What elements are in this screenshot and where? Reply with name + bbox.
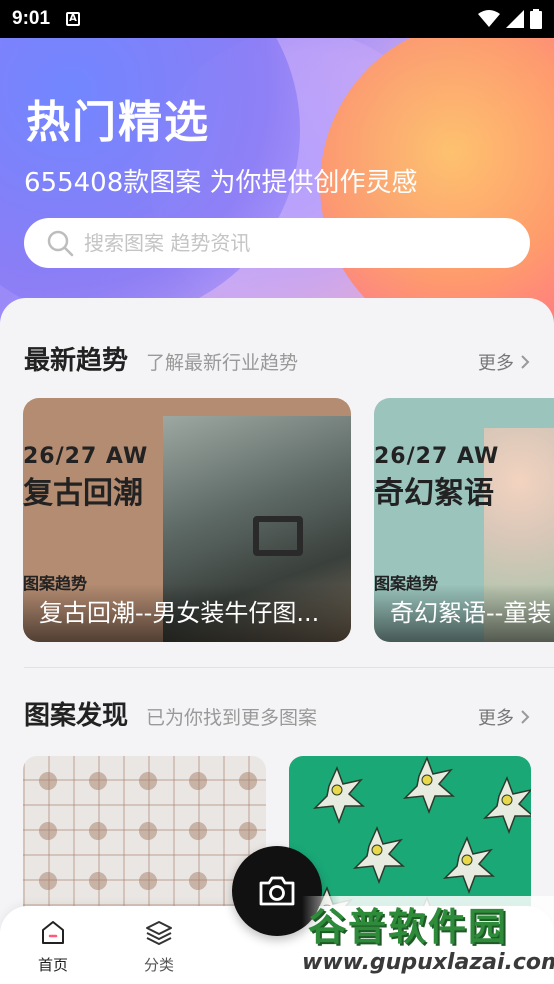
search-input[interactable] — [84, 231, 484, 255]
layers-icon — [146, 921, 172, 945]
nav-item-home[interactable]: 首页 — [18, 918, 88, 975]
trends-header: 最新趋势 了解最新行业趋势 更多 — [24, 340, 530, 377]
page-title: 热门精选 — [26, 97, 210, 148]
nav-label: 首页 — [37, 956, 68, 974]
notification-icon: A — [66, 12, 81, 26]
camera-icon — [259, 876, 295, 906]
trends-title: 最新趋势 — [24, 346, 129, 376]
trend-season: 26/27 AW — [374, 444, 500, 469]
status-time: 9:01 — [12, 8, 51, 29]
search-icon — [47, 230, 74, 257]
battery-icon — [530, 9, 542, 29]
patterns-subtitle: 已为你找到更多图案 — [146, 707, 318, 729]
signal-icon — [506, 10, 524, 28]
trend-caption: 复古回潮--男女装牛仔图... — [39, 599, 320, 627]
more-label: 更多 — [478, 708, 514, 729]
home-icon — [42, 921, 64, 944]
status-bar: 9:01 A — [0, 0, 554, 38]
nav-item-category[interactable]: 分类 — [124, 918, 194, 975]
wifi-icon — [478, 10, 500, 27]
page-subtitle: 655408款图案 为你提供创作灵感 — [24, 168, 418, 198]
chevron-right-icon — [521, 355, 530, 369]
trend-season: 26/27 AW — [23, 444, 149, 469]
trend-name: 奇幻絮语 — [374, 476, 494, 511]
trends-subtitle: 了解最新行业趋势 — [146, 352, 299, 374]
trend-name: 复古回潮 — [23, 476, 143, 511]
patterns-title: 图案发现 — [24, 701, 129, 731]
patterns-more-link[interactable]: 更多 — [478, 704, 530, 730]
watermark: 谷普软件园 www.gupuxlazai.com — [302, 896, 554, 984]
patterns-header: 图案发现 已为你找到更多图案 更多 — [24, 695, 530, 732]
search-bar[interactable] — [24, 218, 530, 268]
watermark-url: www.gupuxlazai.com — [302, 950, 554, 975]
trend-card[interactable]: 26/27 AW 奇幻絮语 图案趋势 奇幻絮语--童装 — [374, 398, 554, 642]
trend-card[interactable]: 26/27 AW 复古回潮 图案趋势 复古回潮--男女装牛仔图... — [23, 398, 351, 642]
nav-label: 分类 — [143, 956, 174, 974]
chevron-right-icon — [521, 710, 530, 724]
divider — [24, 667, 554, 668]
trends-more-link[interactable]: 更多 — [478, 349, 530, 375]
trend-caption: 奇幻絮语--童装 — [390, 599, 552, 627]
more-label: 更多 — [478, 353, 514, 374]
watermark-title: 谷普软件园 — [308, 905, 509, 949]
